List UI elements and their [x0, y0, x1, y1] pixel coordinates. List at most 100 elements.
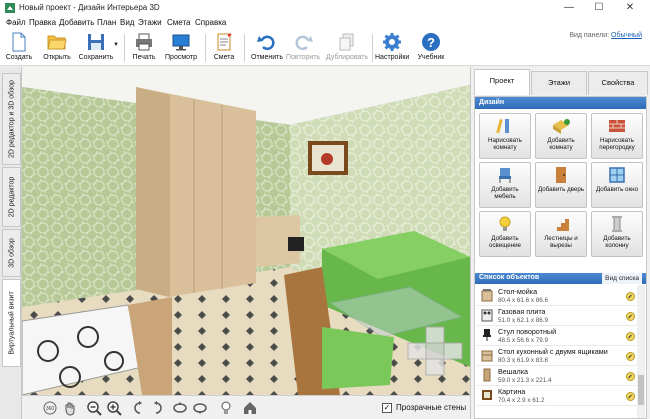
edit-object-icon[interactable] — [626, 312, 635, 321]
coat-rack-icon — [483, 368, 491, 382]
menu-add[interactable]: Добавить — [59, 18, 94, 27]
edit-object-icon[interactable] — [626, 372, 635, 381]
tab-2d[interactable]: 2D редактор — [2, 167, 21, 227]
add-furniture-button[interactable]: Добавить мебель — [479, 162, 531, 208]
stairs-icon — [553, 219, 569, 231]
tab-floors[interactable]: Этажи — [531, 71, 587, 95]
3d-viewport[interactable] — [22, 67, 470, 395]
folder-open-icon — [47, 35, 67, 50]
svg-text:?: ? — [427, 35, 435, 50]
tab-properties[interactable]: Свойства — [588, 71, 648, 95]
object-dimensions: 80.3 x 61.9 x 83.8 — [498, 357, 549, 364]
add-lighting-label: Добавить освещение — [489, 235, 521, 249]
zoom-in-icon[interactable] — [106, 400, 122, 416]
list-item[interactable]: Стол кухонный с двумя ящиками 80.3 x 61.… — [477, 346, 637, 366]
svg-text:360: 360 — [46, 406, 55, 412]
toolbar: Создать Открыть Сохранить ▼ Печать Просм… — [0, 30, 650, 66]
add-window-button[interactable]: Добавить окно — [591, 162, 643, 208]
design-section-header: Дизайн — [475, 97, 646, 109]
maximize-button[interactable]: ☐ — [584, 0, 614, 16]
tilt-down-icon[interactable] — [192, 400, 208, 416]
open-label: Открыть — [43, 54, 71, 61]
home-icon[interactable] — [242, 400, 258, 416]
preview-button[interactable]: Просмотр — [163, 32, 199, 64]
open-button[interactable]: Открыть — [40, 32, 74, 64]
menu-floors[interactable]: Этажи — [138, 18, 162, 27]
settings-button[interactable]: Настройки — [375, 32, 409, 64]
gear-icon — [383, 33, 401, 51]
lightbulb-icon[interactable] — [218, 400, 234, 416]
redo-label: Повторить — [286, 54, 321, 61]
menu-help[interactable]: Справка — [195, 18, 226, 27]
menu-plan[interactable]: План — [97, 18, 116, 27]
save-dropdown-icon[interactable]: ▼ — [113, 42, 119, 48]
scrollbar-thumb[interactable] — [638, 375, 644, 405]
estimate-button[interactable]: Смета — [210, 32, 238, 64]
tab-2d-3d[interactable]: 2D редактор и 3D обзор — [2, 73, 21, 165]
menu-edit[interactable]: Правка — [29, 18, 56, 27]
stairs-cutouts-button[interactable]: Лестницы и вырезы — [535, 211, 587, 257]
hand-pan-icon[interactable] — [62, 400, 78, 416]
project-tab-content: Дизайн Нарисовать комнату Добавить комна… — [474, 96, 647, 419]
view-controls-bar: 360 ✓ Прозрачные стены — [22, 395, 470, 419]
redo-button[interactable]: Повторить — [286, 32, 320, 64]
list-view-button[interactable]: Вид списка — [602, 273, 642, 284]
undo-icon — [257, 35, 275, 51]
list-item[interactable]: Картина 70.4 x 2.9 x 61.2 — [477, 386, 637, 406]
object-list-scrollbar[interactable] — [637, 285, 645, 418]
tab-virtual-visit[interactable]: Виртуальный визит — [2, 279, 21, 367]
printer-icon — [136, 33, 152, 51]
preview-label: Просмотр — [165, 54, 197, 61]
duplicate-label: Дублировать — [325, 54, 369, 61]
add-room-button[interactable]: Добавить комнату — [535, 113, 587, 159]
close-button[interactable]: ✕ — [615, 0, 645, 16]
transparent-walls-checkbox[interactable]: ✓ — [382, 403, 392, 413]
add-window-label: Добавить окно — [595, 186, 639, 193]
object-name: Картина — [498, 387, 526, 396]
print-button[interactable]: Печать — [129, 32, 159, 64]
draw-partition-button[interactable]: Нарисовать перегородку — [591, 113, 643, 159]
list-item[interactable]: Стол-мойка 80.4 x 61.6 x 86.6 — [477, 286, 637, 306]
view-panel-label: Вид панели: — [569, 32, 610, 39]
minimize-button[interactable]: — — [554, 0, 584, 16]
undo-button[interactable]: Отменить — [249, 32, 285, 64]
toolbar-separator — [372, 34, 373, 62]
orbit-left-icon[interactable] — [130, 400, 146, 416]
object-dimensions: 59.0 x 21.3 x 221.4 — [498, 377, 552, 384]
create-button[interactable]: Создать — [4, 32, 34, 64]
save-button[interactable]: Сохранить — [76, 32, 116, 64]
edit-object-icon[interactable] — [626, 332, 635, 341]
monitor-preview-icon — [172, 34, 190, 51]
orbit-right-icon[interactable] — [150, 400, 166, 416]
menu-view[interactable]: Вид — [120, 18, 134, 27]
title-bar: Новый проект - Дизайн Интерьера 3D — ☐ ✕ — [0, 0, 650, 16]
object-name: Стол кухонный с двумя ящиками — [498, 347, 608, 356]
duplicate-button[interactable]: Дублировать — [325, 32, 369, 64]
menu-file[interactable]: Файл — [6, 18, 26, 27]
object-name: Стул поворотный — [498, 327, 557, 336]
tab-3d[interactable]: 3D обзор — [2, 229, 21, 277]
tutorial-button[interactable]: ? Учебник — [414, 32, 448, 64]
draw-room-button[interactable]: Нарисовать комнату — [479, 113, 531, 159]
zoom-out-icon[interactable] — [86, 400, 102, 416]
edit-object-icon[interactable] — [626, 352, 635, 361]
list-item[interactable]: Газовая плита 51.0 x 62.1 x 86.9 — [477, 306, 637, 326]
list-item[interactable]: Вешалка 59.0 x 21.3 x 221.4 — [477, 366, 637, 386]
sink-cabinet-icon — [481, 289, 493, 302]
draw-partition-label: Нарисовать перегородку — [599, 137, 635, 151]
menu-estimate[interactable]: Смета — [167, 18, 190, 27]
add-column-button[interactable]: Добавить колонну — [591, 211, 643, 257]
list-item[interactable]: Стул поворотный 48.5 x 56.6 x 79.9 — [477, 326, 637, 346]
tab-project[interactable]: Проект — [474, 69, 530, 95]
edit-object-icon[interactable] — [626, 392, 635, 401]
360-view-icon[interactable]: 360 — [42, 400, 58, 416]
door-icon — [556, 167, 566, 183]
edit-object-icon[interactable] — [626, 292, 635, 301]
settings-label: Настройки — [375, 54, 410, 61]
new-document-icon — [12, 32, 26, 52]
add-lighting-button[interactable]: Добавить освещение — [479, 211, 531, 257]
toolbar-separator — [205, 34, 206, 62]
view-panel-link[interactable]: Обычный — [611, 32, 642, 39]
tilt-up-icon[interactable] — [172, 400, 188, 416]
add-door-button[interactable]: Добавить дверь — [535, 162, 587, 208]
